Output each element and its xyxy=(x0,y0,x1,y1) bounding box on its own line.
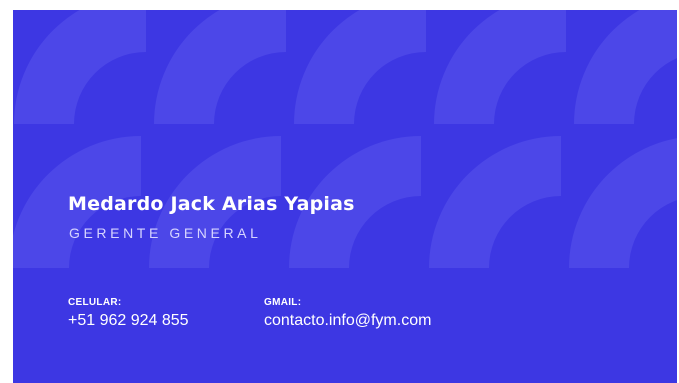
pattern-arc xyxy=(14,10,146,124)
email-label: GMAIL: xyxy=(264,297,302,308)
phone-label: CELULAR: xyxy=(68,297,122,308)
email-value: contacto.info@fym.com xyxy=(264,312,432,329)
phone-value: +51 962 924 855 xyxy=(68,312,189,329)
pattern-arc xyxy=(574,10,677,124)
person-name: Medardo Jack Arias Yapias xyxy=(68,193,355,215)
pattern-arc xyxy=(569,138,677,268)
business-card: Medardo Jack Arias Yapias GERENTE GENERA… xyxy=(13,10,677,383)
pattern-arc xyxy=(434,10,566,124)
job-title: GERENTE GENERAL xyxy=(69,225,262,241)
pattern-arc xyxy=(294,10,426,124)
pattern-arc xyxy=(429,136,561,268)
pattern-arc xyxy=(154,10,286,124)
